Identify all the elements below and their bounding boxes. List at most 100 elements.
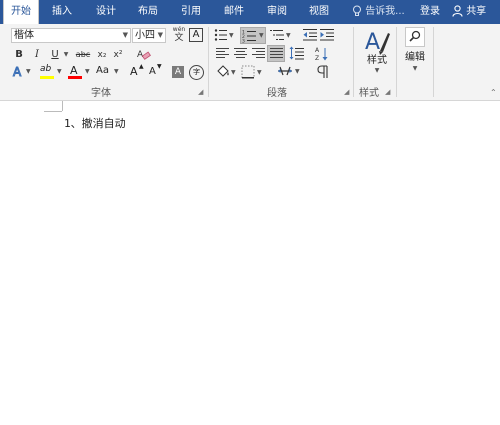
phonetic-top: wén (172, 26, 186, 33)
enclose-char-label: 字 (193, 68, 200, 76)
editing-button[interactable]: 编辑 ▼ (400, 27, 430, 79)
clear-formatting-button[interactable]: A (136, 47, 152, 63)
superscript-button[interactable]: x² (111, 47, 125, 63)
shading-button[interactable]: ▼ (216, 65, 238, 81)
styles-icon: A (365, 30, 390, 55)
justify-button[interactable] (267, 45, 285, 62)
subscript-button[interactable]: x₂ (95, 47, 109, 63)
person-icon (452, 5, 463, 17)
align-right-button[interactable] (252, 48, 265, 59)
styles-dialog-launcher-icon[interactable]: ◢ (385, 88, 390, 96)
font-name-combo[interactable]: 楷体 ▼ (11, 28, 131, 43)
font-dialog-launcher-icon[interactable]: ◢ (198, 88, 203, 96)
show-marks-button[interactable] (317, 64, 329, 80)
asian-layout-icon (278, 66, 292, 76)
paragraph-group-label: 段落 (267, 88, 287, 99)
justify-icon (270, 48, 283, 59)
chevron-down-icon: ▼ (122, 31, 128, 39)
editing-icon-frame (405, 27, 425, 47)
styles-button-label: 样式 (367, 55, 387, 66)
tab-mailings[interactable]: 邮件 (217, 0, 251, 24)
svg-text:A: A (13, 65, 22, 79)
shrink-font-button[interactable]: A ▼ (149, 63, 165, 80)
numbered-list-icon: 1 2 3 (242, 30, 256, 43)
enclose-characters-button[interactable]: 字 (189, 65, 204, 80)
tab-home[interactable]: 开始 (3, 0, 39, 24)
grow-font-button[interactable]: A ▲ (130, 63, 146, 80)
numbering-button[interactable]: 1 2 3 ▼ (240, 27, 266, 44)
chevron-down-icon: ▼ (295, 68, 300, 75)
styles-group-label: 样式 (359, 88, 379, 99)
menu-bar: 开始 插入 设计 布局 引用 邮件 审阅 视图 告诉我... 登录 共享 (0, 0, 500, 24)
group-separator (396, 27, 397, 97)
italic-button[interactable]: I (30, 47, 44, 63)
tell-me-box[interactable]: 告诉我... (352, 0, 405, 24)
tab-review[interactable]: 审阅 (260, 0, 294, 24)
margin-corner-mark (44, 111, 62, 112)
bullet-list-icon (214, 29, 227, 41)
chevron-down-icon: ▼ (259, 32, 264, 39)
strikethrough-button[interactable]: abc (73, 47, 93, 63)
login-link[interactable]: 登录 (420, 0, 440, 24)
font-size-value: 小四 (135, 30, 155, 41)
chevron-down-icon: ▼ (229, 32, 234, 39)
tab-insert[interactable]: 插入 (45, 0, 79, 24)
group-separator (208, 27, 209, 97)
paint-bucket-icon (217, 65, 229, 77)
pilcrow-icon (317, 65, 328, 78)
align-center-button[interactable] (234, 48, 247, 59)
align-left-button[interactable] (216, 48, 229, 59)
text-effects-button[interactable]: A ▼ (12, 64, 32, 80)
bold-button[interactable]: B (12, 47, 26, 63)
increase-indent-button[interactable] (320, 28, 334, 42)
chevron-down-icon: ▼ (63, 51, 69, 58)
highlight-color-swatch (40, 76, 54, 79)
character-shading-button[interactable]: A (172, 66, 184, 78)
search-icon (409, 30, 421, 42)
tab-references[interactable]: 引用 (174, 0, 208, 24)
font-name-value: 楷体 (14, 30, 34, 41)
sort-button[interactable]: A Z (315, 46, 329, 62)
tab-view[interactable]: 视图 (302, 0, 336, 24)
svg-text:A: A (137, 50, 144, 60)
collapse-ribbon-icon[interactable]: ⌃ (490, 88, 497, 97)
borders-button[interactable]: ▼ (241, 65, 265, 81)
bullets-button[interactable]: ▼ (214, 28, 236, 44)
chevron-down-icon: ▼ (286, 32, 291, 39)
underline-button[interactable]: U (48, 47, 62, 63)
chevron-down-icon: ▼ (157, 31, 163, 39)
highlight-label: ab (40, 64, 52, 74)
change-case-button[interactable]: Aa ▼ (96, 64, 122, 80)
underline-dropdown[interactable]: ▼ (62, 47, 70, 63)
text-effects-icon: A (13, 65, 23, 80)
tell-me-text: 告诉我... (365, 6, 405, 17)
share-label: 共享 (466, 6, 487, 17)
sort-icon: A Z (315, 47, 328, 62)
decrease-indent-button[interactable] (303, 28, 317, 42)
chinese-layout-button[interactable]: ▼ (277, 64, 301, 80)
font-color-swatch (68, 76, 82, 79)
tab-layout[interactable]: 布局 (131, 0, 165, 24)
multilevel-list-button[interactable]: ▼ (270, 28, 294, 44)
decrease-indent-icon (303, 29, 317, 41)
caret-up-icon: ▲ (139, 63, 144, 70)
share-button[interactable]: 共享 (452, 0, 486, 24)
borders-icon (241, 65, 255, 79)
phonetic-guide-button[interactable]: wén 文 (171, 26, 187, 44)
font-group-label: 字体 (91, 88, 111, 99)
font-size-combo[interactable]: 小四 ▼ (132, 28, 166, 43)
svg-text:A: A (365, 30, 380, 55)
styles-gallery-button[interactable]: A 样式 ▼ (360, 27, 394, 79)
font-color-button[interactable]: A ▼ (68, 64, 94, 80)
shrink-font-label: A (149, 66, 156, 77)
tab-design[interactable]: 设计 (89, 0, 123, 24)
document-line-1[interactable]: 1、撤消自动 (64, 115, 126, 131)
chevron-down-icon: ▼ (114, 68, 119, 75)
document-area[interactable]: 1、撤消自动 (0, 101, 500, 425)
chevron-down-icon: ▼ (85, 68, 90, 75)
highlight-color-button[interactable]: ab ▼ (40, 64, 66, 80)
group-separator (353, 27, 354, 97)
paragraph-dialog-launcher-icon[interactable]: ◢ (344, 88, 349, 96)
character-border-button[interactable]: A (189, 28, 203, 42)
line-spacing-button[interactable] (289, 46, 311, 62)
